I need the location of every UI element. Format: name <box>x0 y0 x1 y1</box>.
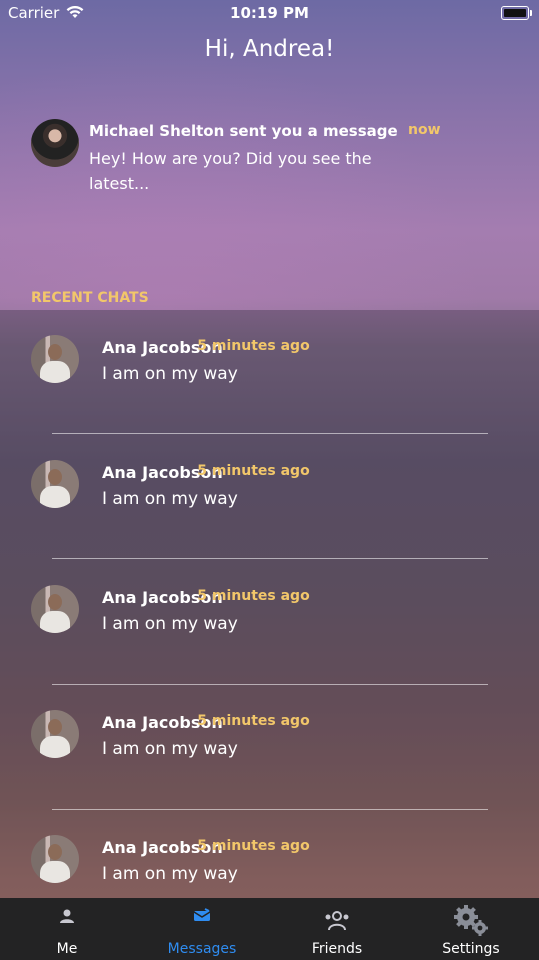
chat-time: 5 minutes ago <box>197 338 310 354</box>
chat-message: I am on my way <box>102 864 238 884</box>
chat-time: 5 minutes ago <box>197 588 310 604</box>
chat-time: 5 minutes ago <box>197 838 310 854</box>
chat-row[interactable]: Ana Jacobson I am on my way 5 minutes ag… <box>0 460 539 520</box>
tab-settings[interactable]: Settings <box>404 898 538 960</box>
chat-message: I am on my way <box>102 614 238 634</box>
page-title: Hi, Andrea! <box>204 36 335 62</box>
tab-label: Settings <box>442 941 500 957</box>
tab-label: Messages <box>167 941 237 957</box>
tab-me[interactable]: Me <box>0 898 134 960</box>
tab-friends[interactable]: Friends <box>270 898 404 960</box>
person-icon <box>60 909 74 923</box>
notification-body: Hey! How are you? Did you see the latest… <box>89 149 372 193</box>
battery-icon <box>501 6 532 20</box>
notification-title: Michael Shelton sent you a message <box>89 122 398 140</box>
chat-time: 5 minutes ago <box>197 713 310 729</box>
status-bar: Carrier 10:19 PM <box>0 0 539 26</box>
chat-row[interactable]: Ana Jacobson I am on my way 5 minutes ag… <box>0 335 539 395</box>
avatar <box>31 119 79 167</box>
divider <box>52 809 488 810</box>
tab-messages[interactable]: Messages <box>135 898 269 960</box>
divider <box>52 433 488 434</box>
chat-message: I am on my way <box>102 489 238 509</box>
chat-row[interactable]: Ana Jacobson I am on my way 5 minutes ag… <box>0 835 539 895</box>
recent-chats-heading: RECENT CHATS <box>31 290 149 306</box>
chat-row[interactable]: Ana Jacobson I am on my way 5 minutes ag… <box>0 710 539 770</box>
divider <box>52 558 488 559</box>
status-time: 10:19 PM <box>230 4 309 22</box>
chat-row[interactable]: Ana Jacobson I am on my way 5 minutes ag… <box>0 585 539 645</box>
chat-time: 5 minutes ago <box>197 463 310 479</box>
friends-icon <box>325 911 349 931</box>
tab-label: Friends <box>311 941 363 957</box>
divider <box>52 684 488 685</box>
chat-message: I am on my way <box>102 364 238 384</box>
tab-bar: Me Messages Friends Settings <box>0 898 539 960</box>
notification-time: now <box>408 122 441 138</box>
chat-message: I am on my way <box>102 739 238 759</box>
tab-label: Me <box>56 941 78 957</box>
gear-icon <box>454 905 488 936</box>
messages-icon <box>193 908 211 921</box>
